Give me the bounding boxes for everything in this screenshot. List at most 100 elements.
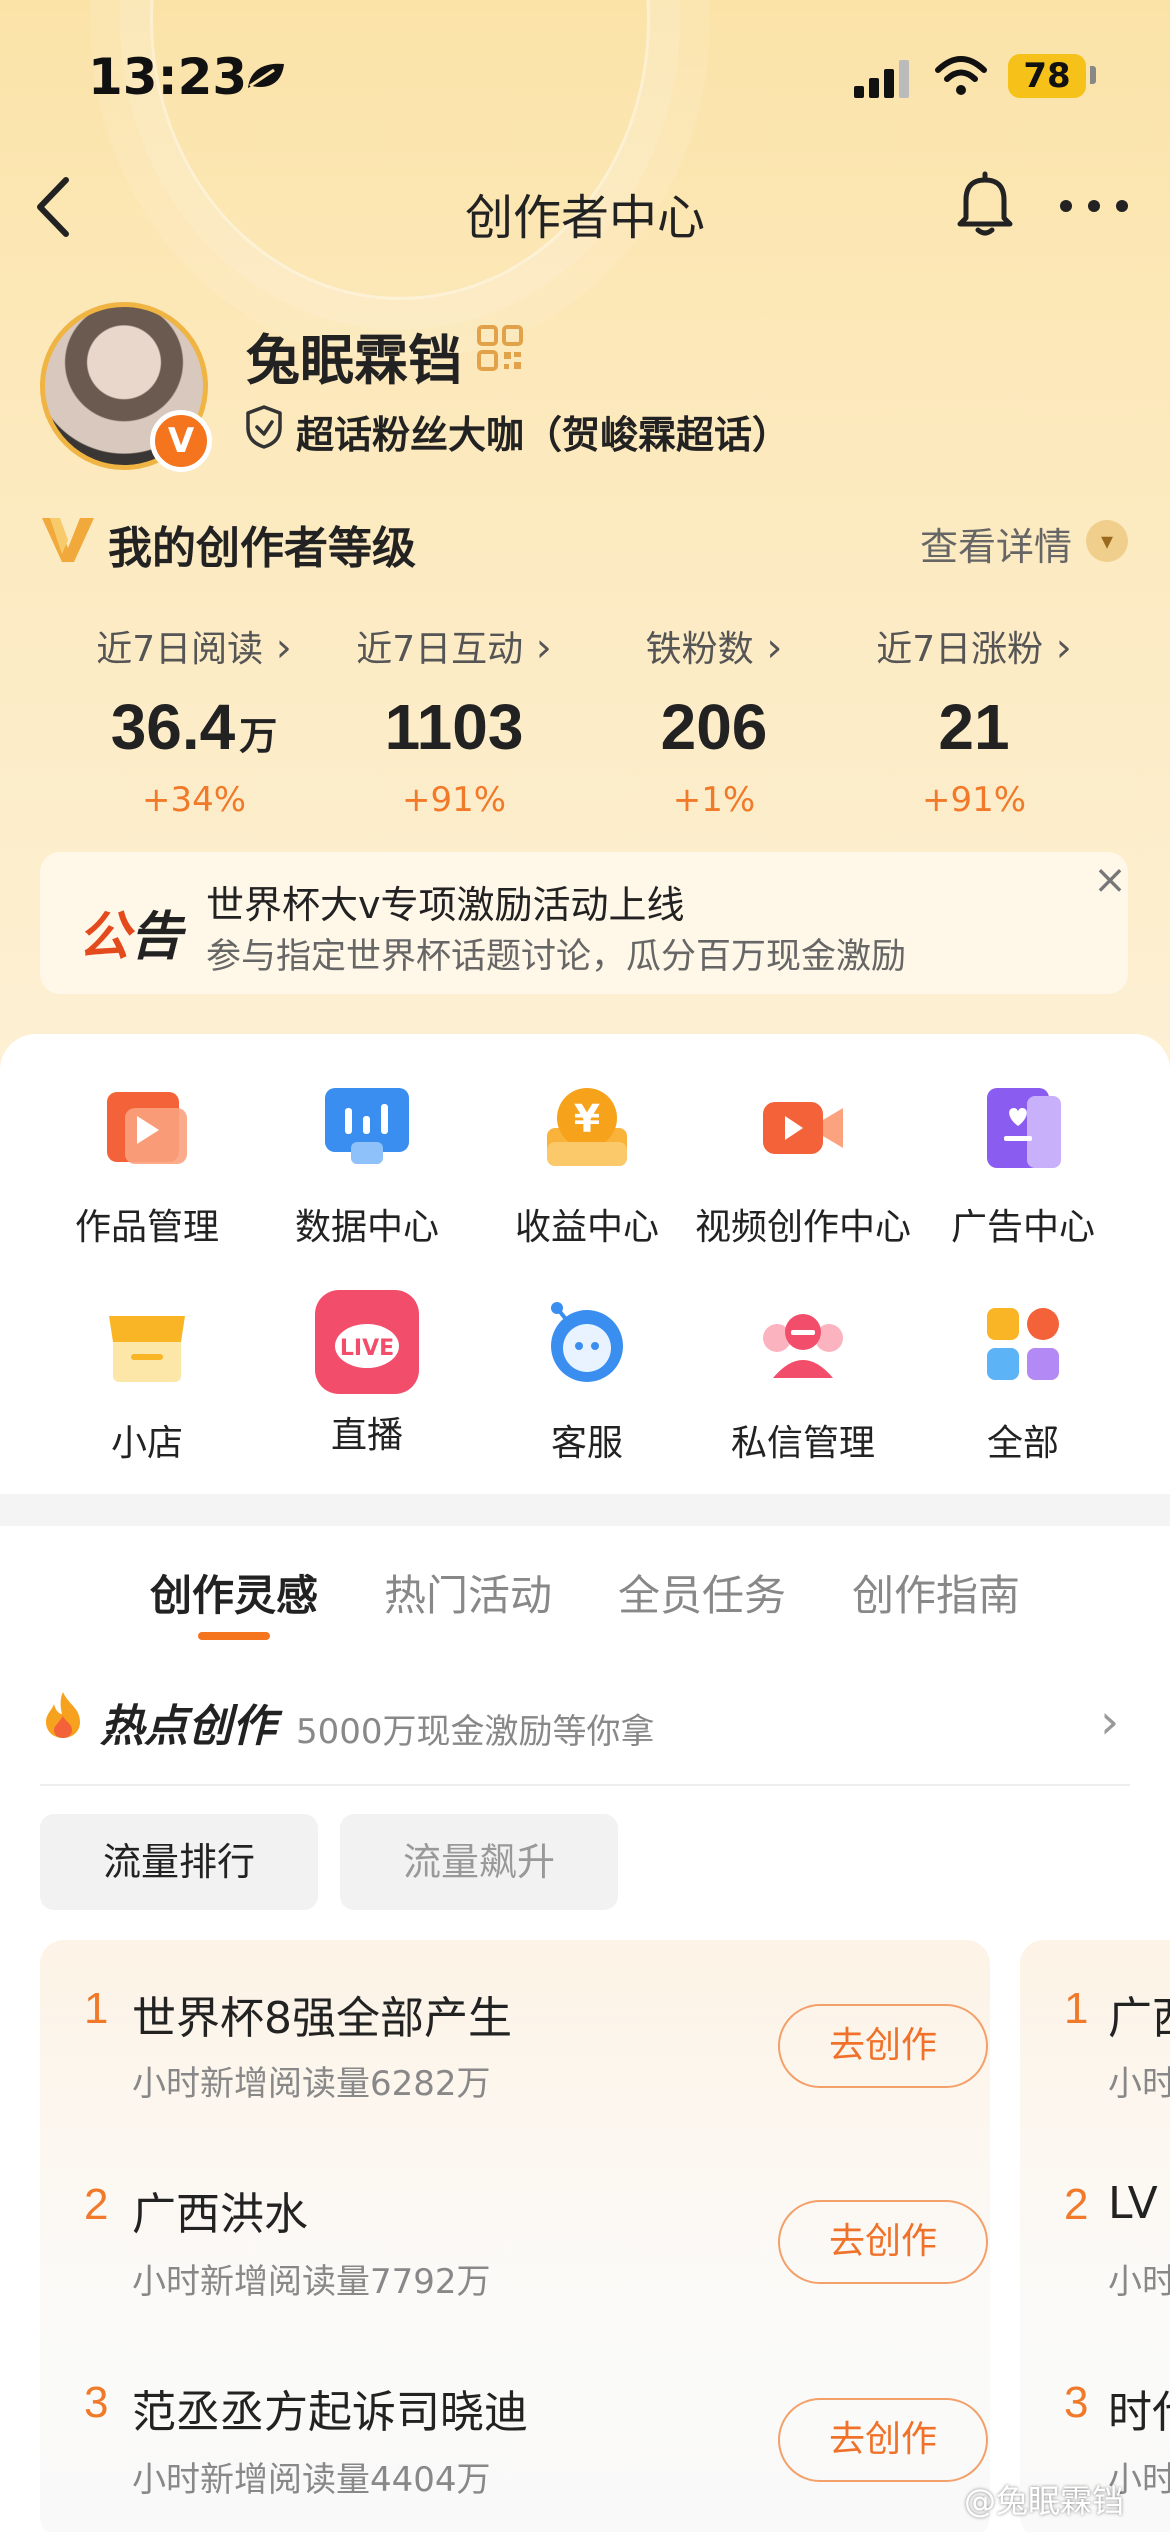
wifi-icon [935,56,987,95]
tool-label: 广告中心 [950,1207,1095,1248]
stat-label: 近7日涨粉 [844,620,1104,676]
stat-label: 近7日互动 [324,620,584,676]
divider [40,1784,1130,1786]
live-icon: LIVE [315,1290,419,1394]
stat-7day-new-fans[interactable]: 近7日涨粉 21 +91% [844,620,1104,820]
service-icon [541,1298,633,1390]
battery-icon: 78 [1008,54,1086,98]
rank-number: 3 [1064,2378,1089,2427]
stat-value: 206 [660,691,768,763]
qr-code-icon[interactable] [476,324,524,372]
stat-change: +34% [141,780,247,820]
stat-value: 36.4 万 [110,691,278,763]
bell-icon[interactable] [954,170,1016,238]
tool-label: 数据中心 [294,1207,439,1248]
works-icon [101,1082,193,1174]
announcement-subtitle: 参与指定世界杯话题讨论，瓜分百万现金激励 [206,937,907,977]
tool-income-center[interactable]: ¥ 收益中心 [472,1082,702,1250]
rank-subtitle: 小时新增阅读量4404万 [132,2460,491,2500]
level-v-icon [42,518,94,562]
rank-number: 1 [1064,1984,1089,2033]
go-create-button[interactable]: 去创作 [778,2398,988,2482]
stat-change: +91% [921,780,1027,820]
shield-icon [246,405,282,449]
tool-label: 作品管理 [74,1207,219,1248]
hot-creation-subtitle: 5000万现金激励等你拿 [296,1712,655,1752]
stat-7day-reads[interactable]: 近7日阅读 36.4万 +34% [64,620,324,820]
stat-label: 铁粉数 [584,620,844,676]
signal-icon [854,60,909,98]
rank-number: 3 [84,2378,109,2427]
verified-badge: V [150,410,212,472]
stat-value: 1103 [384,691,524,763]
tab-creation-guide[interactable]: 创作指南 [852,1562,1020,1623]
username: 兔眠霖铛 [246,329,462,392]
rank-title: 广西 [1108,1993,1170,2044]
stat-iron-fans[interactable]: 铁粉数 206 +1% [584,620,844,820]
tool-all[interactable]: 全部 [908,1298,1138,1466]
stat-7day-interactions[interactable]: 近7日互动 1103 +91% [324,620,584,820]
rank-title: 时代 [1108,2387,1170,2438]
rank-subtitle: 小时新增阅读量6282万 [132,2064,491,2104]
tool-shop[interactable]: 小店 [32,1298,262,1466]
video-icon [757,1082,849,1174]
ad-icon [977,1082,1069,1174]
tool-label: 视频创作中心 [694,1207,911,1248]
rank-title: 广西洪水 [132,2189,308,2240]
close-icon[interactable]: × [1080,852,1140,908]
tool-label: 全部 [986,1423,1059,1464]
rank-title: LV [1108,2178,1158,2229]
announcement-banner[interactable]: 公告 世界杯大v专项激励活动上线 参与指定世界杯话题讨论，瓜分百万现金激励 × [40,852,1128,994]
stat-change: +1% [672,780,756,820]
tool-label: 小店 [110,1423,183,1464]
go-create-button[interactable]: 去创作 [778,2004,988,2088]
leaf-icon [248,63,284,88]
fan-title[interactable]: 超话粉丝大咖（贺峻霖超话） [296,404,790,459]
go-create-button[interactable]: 去创作 [778,2200,988,2284]
rank-subtitle: 小时新增阅读量7792万 [132,2262,491,2302]
rank-subtitle: 小时 [1108,2262,1170,2302]
data-icon [321,1082,413,1174]
view-details-link[interactable]: 查看详情 [920,516,1072,571]
chevron-down-icon[interactable]: ▾ [1086,520,1128,562]
rank-title: 范丞丞方起诉司晓迪 [132,2387,528,2438]
message-icon [757,1298,849,1390]
tool-customer-service[interactable]: 客服 [472,1298,702,1466]
hot-creation-title: 热点创作 [100,1701,276,1752]
tool-live[interactable]: LIVE 直播 [252,1290,482,1458]
more-icon[interactable] [1056,196,1132,216]
stat-label: 近7日阅读 [64,620,324,676]
tool-label: 客服 [550,1423,623,1464]
tool-video-creation-center[interactable]: 视频创作中心 [688,1082,918,1250]
shop-icon [101,1298,193,1390]
stat-change: +91% [401,780,507,820]
tool-data-center[interactable]: 数据中心 [252,1082,482,1250]
battery-cap [1090,66,1096,84]
tool-works-management[interactable]: 作品管理 [32,1082,262,1250]
chip-traffic-surge[interactable]: 流量飙升 [340,1814,618,1910]
rank-number: 2 [84,2180,109,2229]
chevron-right-icon[interactable]: › [1100,1694,1119,1750]
tools-panel: 作品管理 数据中心 ¥ 收益中心 视频创作中心 广告中心 小店 LIVE 直播 … [0,1034,1170,1494]
ranking-card: 1 世界杯8强全部产生 小时新增阅读量6282万 去创作 2 广西洪水 小时新增… [40,1940,990,2532]
status-time: 13:23 [88,48,248,106]
income-icon: ¥ [541,1082,633,1174]
fire-icon [46,1692,80,1738]
ranking-card-next[interactable]: 1 广西 小时 2 LV 小时 3 时代 小时 [1020,1940,1170,2532]
rank-number: 2 [1064,2180,1089,2229]
tool-label: 收益中心 [514,1207,659,1248]
tool-ad-center[interactable]: 广告中心 [908,1082,1138,1250]
svg-text:¥: ¥ [574,1097,600,1141]
announcement-title: 世界杯大v专项激励活动上线 [206,883,685,927]
tool-label: 私信管理 [730,1423,875,1464]
tool-message-management[interactable]: 私信管理 [688,1298,918,1466]
rank-number: 1 [84,1984,109,2033]
tab-all-member-tasks[interactable]: 全员任务 [618,1562,786,1623]
chip-traffic-ranking[interactable]: 流量排行 [40,1814,318,1910]
rank-subtitle: 小时 [1108,2064,1170,2104]
watermark: @兔眠霖铛 [964,2482,1125,2520]
tab-creation-inspiration[interactable]: 创作灵感 [150,1562,318,1623]
tab-hot-events[interactable]: 热门活动 [384,1562,552,1623]
status-bar: 13:23 78 [0,0,1170,150]
active-tab-indicator [198,1632,270,1640]
